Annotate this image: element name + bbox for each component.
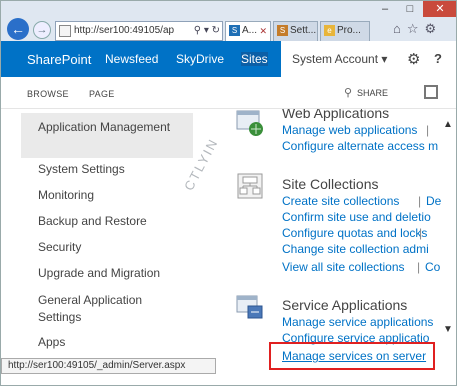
web-applications-icon xyxy=(236,110,263,136)
nav-application-management[interactable]: Application Management xyxy=(38,119,178,136)
nav-skydrive[interactable]: SkyDrive xyxy=(176,52,224,66)
page-icon xyxy=(59,25,71,37)
ie-page-icon: e xyxy=(324,25,335,36)
forward-button[interactable]: → xyxy=(33,21,51,39)
favorites-star-icon[interactable]: ☆ xyxy=(407,21,425,36)
ribbon-tab-page[interactable]: PAGE xyxy=(89,89,115,99)
nav-monitoring[interactable]: Monitoring xyxy=(38,187,94,204)
link-configure-quotas-and-locks[interactable]: Configure quotas and locks xyxy=(282,226,427,241)
sharepoint-brand[interactable]: SharePoint xyxy=(27,52,91,67)
section-title-site-collections: Site Collections xyxy=(282,176,379,192)
address-url: http://ser100:49105/ap xyxy=(74,25,175,36)
status-bar-url: http://ser100:49105/_admin/Server.aspx xyxy=(1,358,216,374)
ribbon: BROWSE PAGE ⚲ SHARE xyxy=(1,77,456,109)
tab-pro[interactable]: e Pro... xyxy=(320,21,370,41)
minimize-button[interactable]: – xyxy=(373,1,397,17)
nav-system-settings[interactable]: System Settings xyxy=(38,161,125,178)
tab-label: A... xyxy=(242,25,258,36)
settings-gear-icon[interactable]: ⚙ xyxy=(407,50,420,68)
link-create-site-collections[interactable]: Create site collections xyxy=(282,194,399,209)
nav-upgrade-and-migration[interactable]: Upgrade and Migration xyxy=(38,265,160,282)
nav-general-application-settings[interactable]: General Application Settings xyxy=(38,292,168,326)
link-manage-web-applications[interactable]: Manage web applications xyxy=(282,123,417,138)
link-manage-service-applications[interactable]: Manage service applications xyxy=(282,315,433,330)
left-navigation: Application Management System Settings M… xyxy=(1,109,201,364)
close-window-button[interactable]: ✕ xyxy=(423,1,456,17)
nav-backup-and-restore[interactable]: Backup and Restore xyxy=(38,213,147,230)
nav-security[interactable]: Security xyxy=(38,239,81,256)
link-change-site-collection-admins[interactable]: Change site collection admi xyxy=(282,242,429,257)
tab-label: Pro... xyxy=(337,25,361,36)
back-button[interactable]: ← xyxy=(7,18,29,40)
scroll-up-icon[interactable]: ▲ xyxy=(443,119,453,130)
browser-chrome: – □ ✕ ← → http://ser100:49105/ap ⚲ ▾ ↻ S… xyxy=(1,1,456,41)
tab-label: Sett... xyxy=(290,25,317,36)
tools-gear-icon[interactable]: ⚙ xyxy=(425,21,443,36)
link-view-all-site-collections[interactable]: View all site collections xyxy=(282,260,405,275)
link-separator: | xyxy=(417,260,421,274)
service-applications-icon xyxy=(236,295,263,319)
account-menu[interactable]: System Account ▾ xyxy=(292,52,387,66)
section-title-web-applications: Web Applications xyxy=(282,109,390,121)
address-bar[interactable]: http://ser100:49105/ap ⚲ ▾ ↻ xyxy=(55,21,223,41)
link-separator: | xyxy=(419,226,423,240)
browser-window: – □ ✕ ← → http://ser100:49105/ap ⚲ ▾ ↻ S… xyxy=(0,0,457,386)
account-area: System Account ▾ ⚙ ? xyxy=(281,41,456,77)
link-configure-alternate-access[interactable]: Configure alternate access m xyxy=(282,139,438,154)
section-title-service-applications: Service Applications xyxy=(282,297,408,313)
link-separator: | xyxy=(426,123,430,137)
main-content: Web Applications Manage web applications… xyxy=(216,109,456,364)
sharepoint-icon: S xyxy=(229,25,240,36)
nav-sites[interactable]: Sites xyxy=(241,52,268,66)
red-highlight-box xyxy=(269,342,435,370)
close-tab-icon[interactable]: ✕ xyxy=(259,22,267,40)
share-icon[interactable]: ⚲ xyxy=(344,86,352,99)
focus-on-content-icon[interactable] xyxy=(424,85,438,99)
help-icon[interactable]: ? xyxy=(434,51,442,66)
nav-apps[interactable]: Apps xyxy=(38,334,65,351)
ribbon-tab-browse[interactable]: BROWSE xyxy=(27,89,69,99)
link-confirm-site-use[interactable]: Confirm site use and deletio xyxy=(282,210,431,225)
site-collections-icon xyxy=(237,173,263,199)
search-icon[interactable]: ⚲ ▾ ↻ xyxy=(193,22,220,40)
share-button[interactable]: SHARE xyxy=(357,88,388,98)
tab-admin[interactable]: S A... ✕ xyxy=(225,21,271,41)
nav-newsfeed[interactable]: Newsfeed xyxy=(105,52,158,66)
bottom-strip xyxy=(1,374,456,385)
maximize-button[interactable]: □ xyxy=(398,1,422,17)
tab-settings[interactable]: S Sett... xyxy=(273,21,318,41)
vertical-scrollbar[interactable]: ▲ ▼ xyxy=(441,109,456,364)
browser-toolbar-icons: ⌂☆⚙ xyxy=(393,21,442,37)
link-configure-truncated[interactable]: Co xyxy=(425,260,440,275)
link-separator: | xyxy=(418,194,422,208)
sharepoint-icon: S xyxy=(277,25,288,36)
home-icon[interactable]: ⌂ xyxy=(393,21,407,36)
scroll-down-icon[interactable]: ▼ xyxy=(443,324,453,335)
